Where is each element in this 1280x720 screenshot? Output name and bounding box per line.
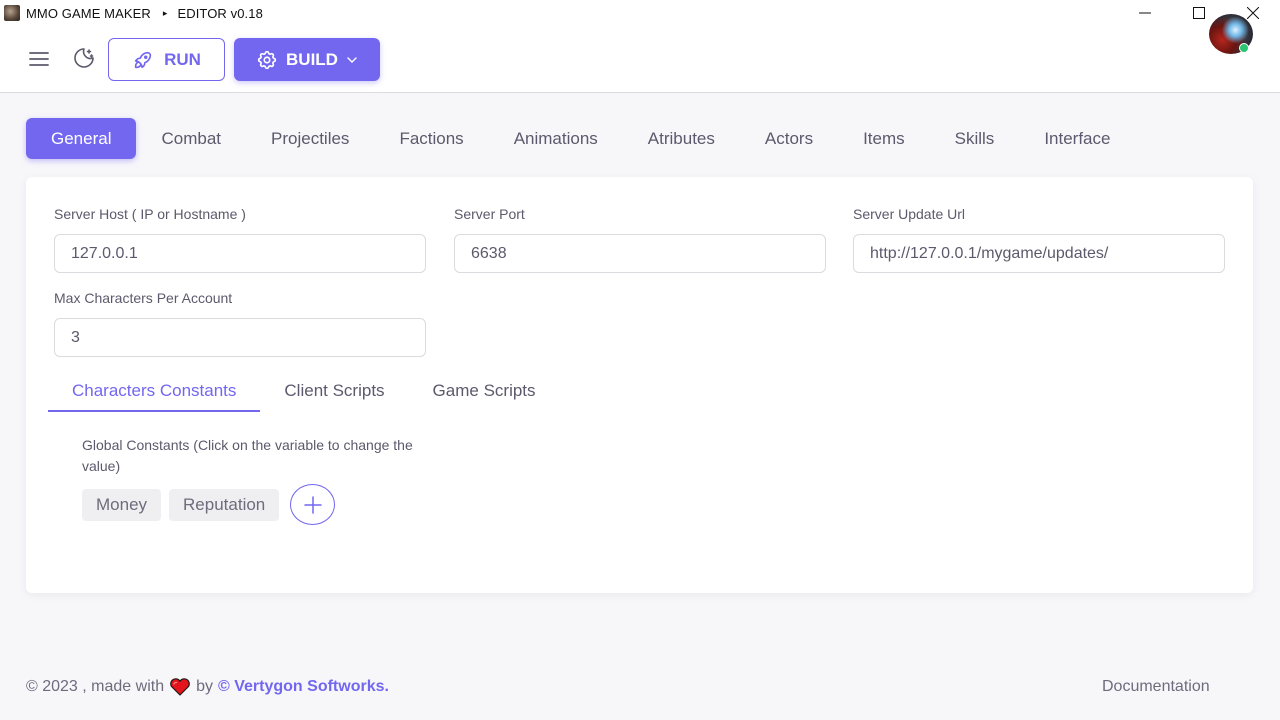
max-characters-label: Max Characters Per Account xyxy=(54,290,233,306)
documentation-link[interactable]: Documentation xyxy=(1102,678,1210,696)
main-tabs: General Combat Projectiles Factions Anim… xyxy=(26,118,1135,159)
footer-copyright: © 2023 , made with by © Vertygon Softwor… xyxy=(26,678,389,696)
tab-factions[interactable]: Factions xyxy=(374,118,488,159)
vertygon-softworks-link[interactable]: © Vertygon Softworks. xyxy=(218,678,389,696)
maximize-icon xyxy=(1193,7,1205,19)
theme-toggle-button[interactable] xyxy=(72,46,96,70)
constant-chip-reputation[interactable]: Reputation xyxy=(169,488,280,521)
build-label: BUILD xyxy=(286,49,338,69)
run-button[interactable]: RUN xyxy=(108,38,225,81)
server-host-field-group: Server Host ( IP or Hostname ) xyxy=(54,204,426,273)
global-constants-description: Global Constants (Click on the variable … xyxy=(82,437,413,474)
by-text: by xyxy=(196,678,213,695)
top-toolbar: RUN BUILD xyxy=(0,26,1280,93)
gear-icon xyxy=(257,50,277,69)
server-port-field-group: Server Port xyxy=(454,204,826,273)
close-icon xyxy=(1247,7,1259,19)
copyright-text: © 2023 , made with xyxy=(26,678,165,695)
tab-animations[interactable]: Animations xyxy=(489,118,623,159)
rocket-icon xyxy=(134,51,152,68)
chevron-down-icon xyxy=(347,56,357,63)
max-characters-input[interactable] xyxy=(54,318,426,357)
hamburger-icon xyxy=(29,52,49,66)
server-update-url-input[interactable] xyxy=(853,234,1225,273)
window-controls xyxy=(1118,0,1280,26)
tab-atributes[interactable]: Atributes xyxy=(623,118,740,159)
constant-chip-money[interactable]: Money xyxy=(82,488,162,521)
tab-projectiles[interactable]: Projectiles xyxy=(246,118,374,159)
tab-skills[interactable]: Skills xyxy=(930,118,1020,159)
app-name: MMO GAME MAKER xyxy=(26,5,151,21)
server-port-input[interactable] xyxy=(454,234,826,273)
moon-stars-icon xyxy=(74,48,94,68)
tab-general[interactable]: General xyxy=(26,118,137,159)
max-characters-field-group: Max Characters Per Account xyxy=(54,288,426,357)
run-label: RUN xyxy=(164,49,201,69)
window-subtitle: EDITOR v0.18 xyxy=(177,5,263,21)
minimize-button[interactable] xyxy=(1118,0,1172,26)
server-host-input[interactable] xyxy=(54,234,426,273)
server-update-url-label: Server Update Url xyxy=(853,206,966,222)
script-sub-tabs: Characters Constants Client Scripts Game… xyxy=(48,372,560,412)
online-status-indicator xyxy=(1239,43,1249,53)
menu-button[interactable] xyxy=(28,49,50,69)
app-logo-icon xyxy=(4,5,20,21)
tab-characters-constants[interactable]: Characters Constants xyxy=(48,372,261,412)
add-constant-button[interactable] xyxy=(290,484,336,525)
general-settings-card: Server Host ( IP or Hostname ) Server Po… xyxy=(26,177,1253,593)
constants-list: Money Reputation xyxy=(82,484,336,525)
server-host-label: Server Host ( IP or Hostname ) xyxy=(54,206,246,222)
tab-interface[interactable]: Interface xyxy=(1019,118,1135,159)
server-update-url-field-group: Server Update Url xyxy=(853,204,1225,273)
minimize-icon xyxy=(1139,12,1151,14)
tab-actors[interactable]: Actors xyxy=(740,118,838,159)
tab-items[interactable]: Items xyxy=(838,118,930,159)
tab-combat[interactable]: Combat xyxy=(136,118,246,159)
title-separator-icon: ▸ xyxy=(162,7,168,18)
heart-icon xyxy=(170,678,190,696)
tab-client-scripts[interactable]: Client Scripts xyxy=(260,372,408,412)
tab-game-scripts[interactable]: Game Scripts xyxy=(409,372,560,412)
window-titlebar: MMO GAME MAKER ▸ EDITOR v0.18 xyxy=(0,0,1280,26)
plus-icon xyxy=(304,495,322,514)
build-button[interactable]: BUILD xyxy=(234,38,380,81)
server-port-label: Server Port xyxy=(454,206,525,222)
